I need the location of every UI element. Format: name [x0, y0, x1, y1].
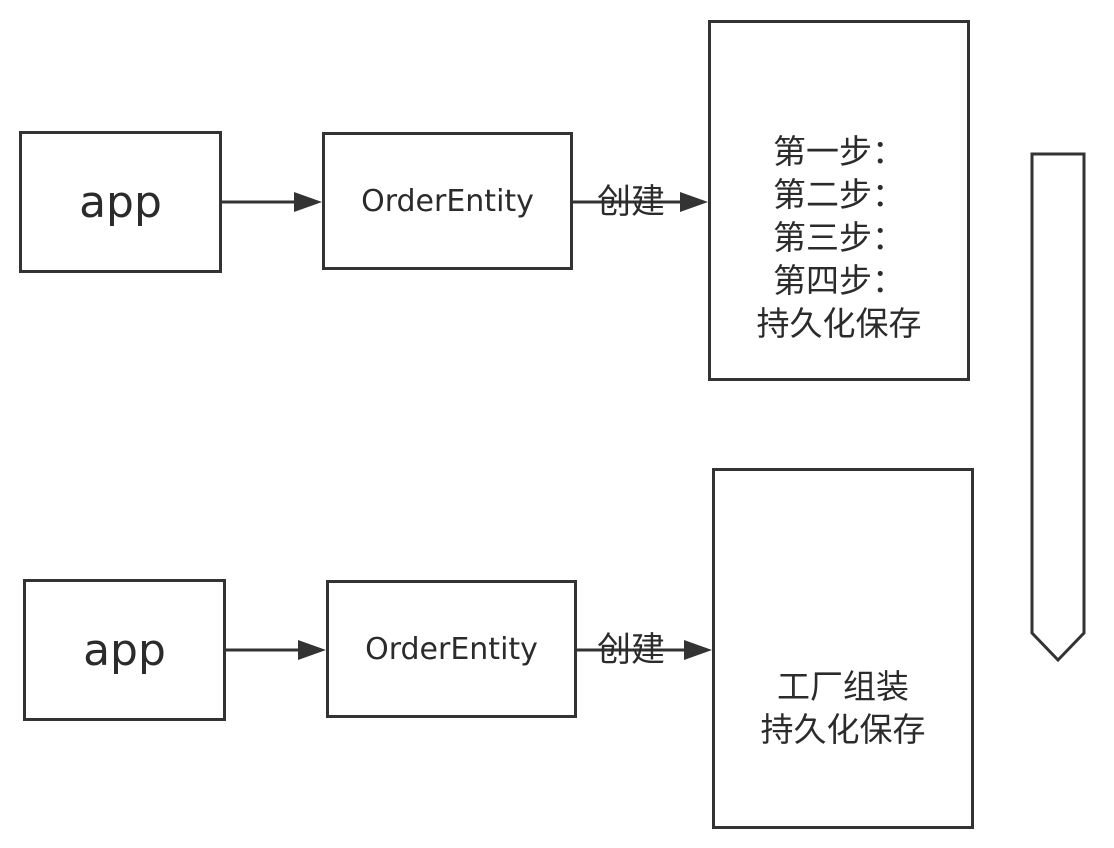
app-label-1: app — [79, 176, 162, 228]
process-box-2: 工厂组装 持久化保存 — [712, 468, 974, 829]
app-label-2: app — [83, 624, 166, 676]
order-entity-box-1: OrderEntity — [322, 132, 573, 270]
arrowhead-entity-to-process-2 — [684, 640, 712, 660]
process-step-1-4: 第四步： — [773, 261, 905, 300]
down-arrow-shape — [1030, 152, 1086, 663]
create-arrow-label-2: 创建 — [597, 630, 665, 670]
create-arrow-label-1: 创建 — [597, 182, 665, 222]
arrowhead-app-to-entity-1 — [294, 192, 322, 212]
process-step-1-1: 第一步： — [773, 132, 905, 171]
process-step-1-5: 持久化保存 — [756, 304, 922, 343]
app-box-1: app — [19, 131, 222, 273]
order-entity-label-1: OrderEntity — [361, 183, 534, 219]
process-step-2-1: 工厂组装 — [777, 666, 909, 706]
arrowhead-entity-to-process-1 — [680, 192, 708, 212]
order-entity-label-2: OrderEntity — [365, 631, 538, 667]
process-step-1-3: 第三步： — [773, 218, 905, 257]
process-box-1: 第一步： 第二步： 第三步： 第四步： 持久化保存 — [708, 20, 970, 381]
arrowhead-app-to-entity-2 — [298, 640, 326, 660]
order-entity-box-2: OrderEntity — [326, 580, 577, 718]
app-box-2: app — [23, 579, 226, 721]
process-step-2-2: 持久化保存 — [760, 709, 926, 749]
process-step-1-2: 第二步： — [773, 175, 905, 214]
